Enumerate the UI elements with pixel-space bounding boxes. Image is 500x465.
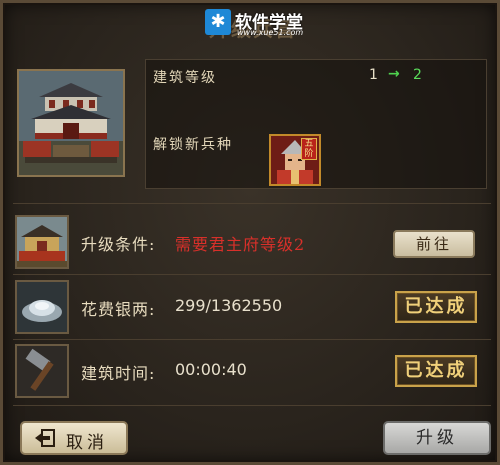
barracks-building-image bbox=[17, 69, 125, 177]
requirement-row-condition: 升级条件: 需要君主府等级2 前往 bbox=[13, 214, 493, 270]
watermark: ✱ 软件学堂 www.xue51.com bbox=[205, 7, 305, 41]
cancel-button[interactable]: 取消 bbox=[20, 421, 128, 455]
dialog-header: 升级兵营 ✱ 软件学堂 www.xue51.com bbox=[153, 7, 353, 43]
section-divider bbox=[13, 274, 491, 275]
back-arrow-icon bbox=[35, 429, 55, 447]
achieved-stamp: 已达成 bbox=[395, 355, 477, 387]
go-button[interactable]: 前往 bbox=[393, 230, 475, 258]
condition-label: 升级条件: bbox=[81, 235, 156, 254]
level-to: 2 bbox=[413, 67, 422, 83]
condition-value: 需要君主府等级2 bbox=[175, 235, 306, 254]
build-time-label: 建筑时间: bbox=[81, 364, 156, 383]
section-divider bbox=[13, 339, 491, 340]
level-arrow-icon: → bbox=[388, 66, 400, 82]
requirement-row-time: 建筑时间: 00:00:40 已达成 bbox=[13, 343, 493, 399]
barracks-icon bbox=[19, 71, 123, 175]
section-divider bbox=[13, 405, 491, 406]
unlocked-unit-portrait[interactable]: 五阶 bbox=[269, 134, 321, 186]
achieved-stamp: 已达成 bbox=[395, 291, 477, 323]
hammer-icon bbox=[15, 344, 69, 398]
upgrade-button[interactable]: 升级 bbox=[383, 421, 491, 455]
level-from: 1 bbox=[369, 67, 378, 83]
palace-icon bbox=[15, 215, 69, 269]
build-time-value: 00:00:40 bbox=[175, 360, 247, 379]
unlock-unit-label: 解锁新兵种 bbox=[153, 137, 233, 153]
silver-cost-label: 花费银两: bbox=[81, 300, 156, 319]
section-divider bbox=[13, 203, 491, 204]
unit-tier-badge: 五阶 bbox=[301, 138, 317, 160]
watermark-url: www.xue51.com bbox=[237, 28, 304, 37]
building-level-label: 建筑等级 bbox=[153, 70, 217, 86]
upgrade-barracks-dialog: 升级兵营 ✱ 软件学堂 www.xue51.com 建筑等级 1 → 2 解锁新… bbox=[0, 0, 500, 465]
requirement-row-silver: 花费银两: 299/1362550 已达成 bbox=[13, 279, 493, 335]
silver-ingot-icon bbox=[15, 280, 69, 334]
silver-cost-value: 299/1362550 bbox=[175, 296, 283, 315]
cancel-label: 取消 bbox=[66, 433, 108, 453]
watermark-logo-icon: ✱ bbox=[205, 9, 231, 35]
